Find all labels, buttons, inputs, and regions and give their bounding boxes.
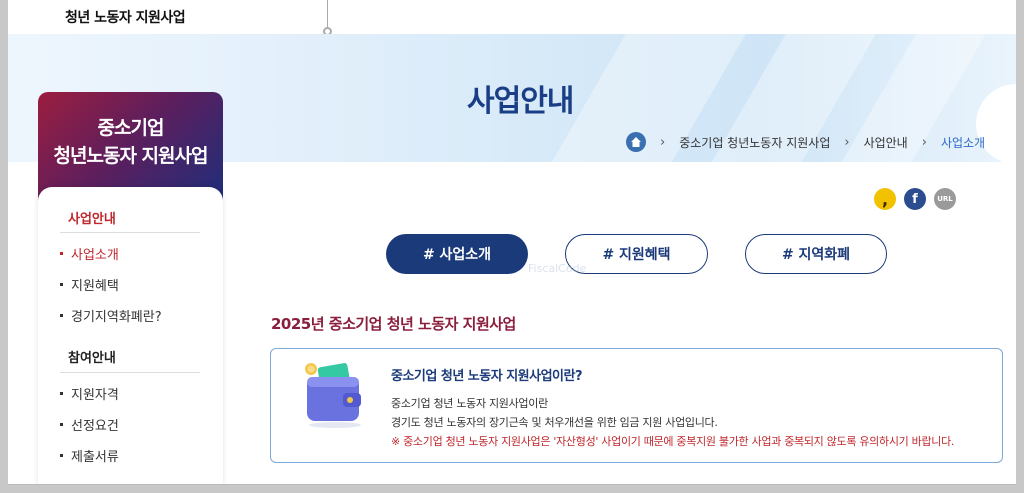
bullet-icon bbox=[60, 314, 63, 317]
bullet-icon bbox=[60, 454, 63, 457]
wallet-icon bbox=[299, 361, 367, 429]
breadcrumb-item[interactable]: 중소기업 청년노동자 지원사업 bbox=[679, 134, 830, 151]
tab-intro[interactable]: # 사업소개 bbox=[386, 234, 528, 274]
divider bbox=[60, 232, 200, 233]
sidebar-menu: 사업안내 사업소개 지원혜택 경기지역화폐란? 참여안내 지원자격 선정요건 제… bbox=[38, 187, 223, 484]
page-frame: 청년 노동자 지원사업 사업안내 › 중소기업 청년노동자 지원사업 › 사업안… bbox=[8, 0, 1016, 485]
section-title: 2025년 중소기업 청년 노동자 지원사업 bbox=[271, 315, 516, 333]
info-heading: 중소기업 청년 노동자 지원사업이란? bbox=[391, 369, 583, 384]
sidebar-item-label: 제출서류 bbox=[71, 450, 119, 465]
info-text: 중소기업 청년 노동자 지원사업이란 bbox=[391, 397, 548, 410]
info-box: 중소기업 청년 노동자 지원사업이란? 중소기업 청년 노동자 지원사업이란 경… bbox=[270, 348, 1003, 463]
watermark: FiscalCode bbox=[528, 262, 587, 275]
sidebar-group-participation[interactable]: 참여안내 bbox=[68, 347, 116, 366]
facebook-share-icon[interactable]: f bbox=[904, 188, 926, 210]
breadcrumb: › 중소기업 청년노동자 지원사업 › 사업안내 › 사업소개 bbox=[626, 132, 985, 152]
sidebar-item-label: 경기지역화폐란? bbox=[71, 310, 162, 325]
sidebar: 중소기업 청년노동자 지원사업 사업안내 사업소개 지원혜택 경기지역화폐란? … bbox=[38, 92, 223, 484]
chevron-right-icon: › bbox=[660, 134, 666, 150]
info-text: 경기도 청년 노동자의 장기근속 및 처우개선을 위한 임금 지원 사업입니다. bbox=[391, 416, 718, 429]
bullet-icon bbox=[60, 252, 63, 255]
sidebar-title-line: 중소기업 bbox=[97, 117, 165, 139]
page-title: 사업안내 bbox=[467, 84, 574, 119]
breadcrumb-item[interactable]: 사업안내 bbox=[864, 134, 908, 151]
sidebar-item-criteria[interactable]: 선정요건 bbox=[60, 415, 119, 434]
sidebar-group-business[interactable]: 사업안내 bbox=[68, 208, 116, 227]
sidebar-item-currency[interactable]: 경기지역화폐란? bbox=[60, 306, 162, 325]
divider bbox=[327, 0, 328, 30]
kakao-share-icon[interactable]: , bbox=[874, 188, 896, 210]
sidebar-header: 중소기업 청년노동자 지원사업 bbox=[38, 92, 223, 202]
divider bbox=[60, 372, 200, 373]
bullet-icon bbox=[60, 283, 63, 286]
sidebar-item-label: 지원자격 bbox=[71, 388, 119, 403]
sidebar-item-documents[interactable]: 제출서류 bbox=[60, 446, 119, 465]
chevron-right-icon: › bbox=[844, 134, 850, 150]
sidebar-item-eligibility[interactable]: 지원자격 bbox=[60, 384, 119, 403]
breadcrumb-current[interactable]: 사업소개 bbox=[941, 134, 985, 151]
site-title[interactable]: 청년 노동자 지원사업 bbox=[65, 7, 186, 27]
sidebar-item-label: 사업소개 bbox=[71, 248, 119, 263]
sidebar-item-benefits[interactable]: 지원혜택 bbox=[60, 275, 119, 294]
bullet-icon bbox=[60, 392, 63, 395]
home-icon[interactable] bbox=[626, 132, 646, 152]
sidebar-item-label: 지원혜택 bbox=[71, 279, 119, 294]
top-bar: 청년 노동자 지원사업 bbox=[8, 0, 1016, 36]
share-buttons: , f URL bbox=[874, 188, 956, 210]
sidebar-title: 중소기업 청년노동자 지원사업 bbox=[38, 114, 223, 170]
info-warning: ※ 중소기업 청년 노동자 지원사업은 '자산형성' 사업이기 때문에 중복지원… bbox=[391, 435, 955, 448]
sidebar-item-label: 선정요건 bbox=[71, 419, 119, 434]
sidebar-item-intro[interactable]: 사업소개 bbox=[60, 244, 119, 263]
tab-currency[interactable]: # 지역화폐 bbox=[745, 234, 887, 274]
sidebar-title-line: 청년노동자 지원사업 bbox=[53, 145, 209, 167]
url-share-icon[interactable]: URL bbox=[934, 188, 956, 210]
tab-benefits[interactable]: # 지원혜택 bbox=[565, 234, 708, 274]
bullet-icon bbox=[60, 423, 63, 426]
chevron-right-icon: › bbox=[921, 134, 927, 150]
